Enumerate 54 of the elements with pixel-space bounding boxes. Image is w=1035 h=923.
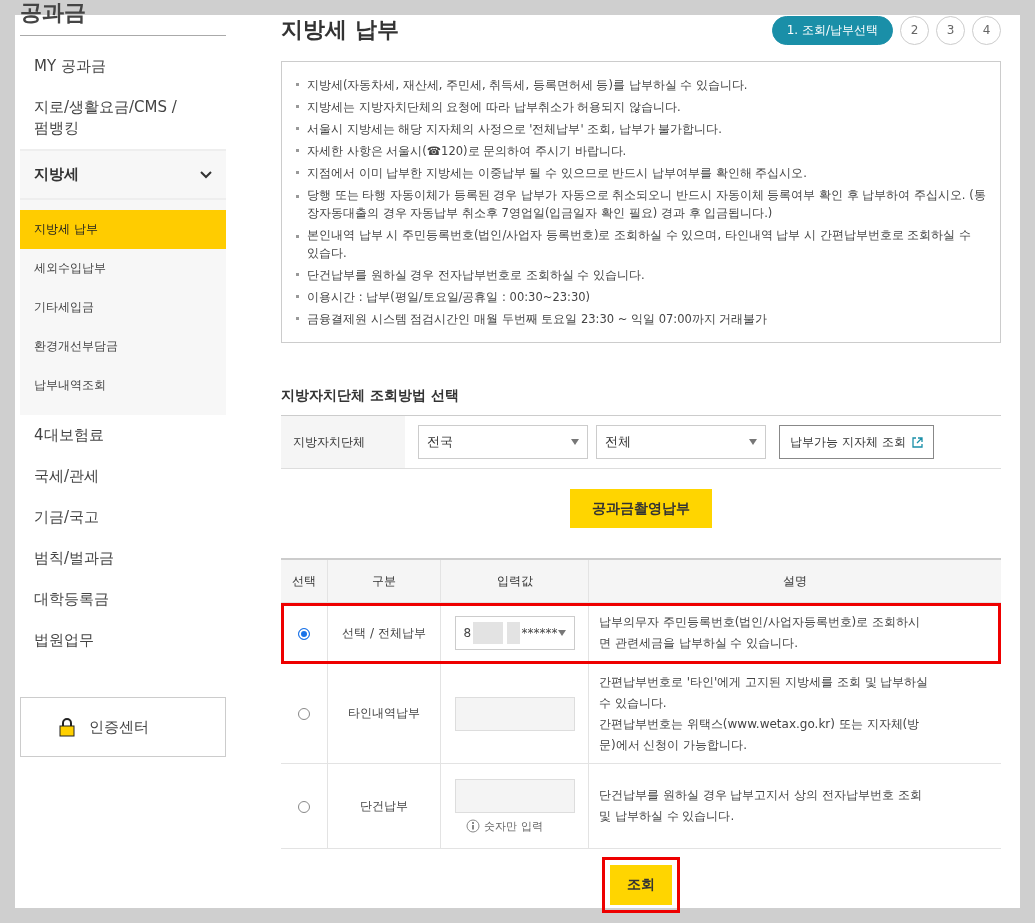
sidebar-item[interactable]: 4대보험료 — [20, 415, 226, 456]
sidebar-item[interactable]: 법원업무 — [20, 620, 226, 661]
sidebar-item[interactable]: 국세/관세 — [20, 456, 226, 497]
step-indicator: 1. 조회/납부선택 — [771, 15, 893, 45]
table-cell: 타인내역납부 — [327, 663, 441, 764]
column-header: 구분 — [327, 559, 441, 603]
sidebar-item[interactable]: MY 공과금 — [20, 46, 226, 87]
sidebar-item[interactable]: 기금/국고 — [20, 497, 226, 538]
column-header: 선택 — [281, 559, 328, 603]
step-indicator: 2 — [900, 15, 929, 45]
sidebar-subitem[interactable]: 납부내역조회 — [20, 366, 226, 405]
notice-text: 당행 또는 타행 자동이체가 등록된 경우 납부가 자동으로 취소되오니 반드시 자동이체 등록여부 확인 후 납부하여 주십시오. (통장자동대출의 경우 자동납부 취소후 7영업일(입금일자 확인 필요) 경과 후 입금됩니다.) — [307, 187, 986, 222]
sidebar-group[interactable]: 지방세 — [20, 151, 226, 200]
radio-button[interactable] — [298, 708, 310, 720]
lookup-button[interactable]: 납부가능 지자체 조회 — [779, 425, 934, 459]
step-indicator: 3 — [936, 15, 965, 45]
page-title: 지방세 납부 — [281, 16, 399, 44]
hint-text: 숫자만 입력 — [484, 818, 543, 834]
sidebar-subitem[interactable]: 세외수입납부 — [20, 249, 226, 288]
masked-select[interactable]: 8 ****** — [454, 616, 575, 650]
table-cell: 단건납부 — [327, 763, 441, 849]
chevron-icon — [200, 170, 212, 179]
notice-text: 자세한 사항은 서울시(☎120)로 문의하여 주시기 바랍니다. — [307, 143, 627, 160]
notice-text: 본인내역 납부 시 주민등록번호(법인/사업자 등록번호)로 조회하실 수 있으며, 타인내역 납부 시 간편납부번호로 조회하실 수 있습다. — [307, 227, 973, 262]
input-field[interactable] — [454, 696, 575, 731]
region-select[interactable]: 전국 — [418, 425, 588, 459]
sidebar-title: 공과금 — [20, 0, 226, 36]
sidebar-item[interactable]: 지로/생활요금/CMS /펌뱅킹 — [20, 87, 198, 149]
row-label: 지방자치단체 — [281, 416, 405, 468]
sidebar-item[interactable]: 범칙/벌과금 — [20, 538, 226, 579]
auth-center-button[interactable]: 인증센터 — [20, 697, 226, 757]
column-header: 설명 — [588, 559, 1001, 603]
notice-text: 서울시 지방세는 해당 지자체의 사정으로 '전체납부' 조회, 납부가 불가합니다. — [307, 121, 722, 138]
lock-icon — [59, 717, 75, 737]
sidebar-item[interactable]: 대학등록금 — [20, 579, 226, 620]
step-indicator: 4 — [972, 15, 1001, 45]
district-select[interactable]: 전체 — [596, 425, 766, 459]
notice-text: 지점에서 이미 납부한 지방세는 이중납부 될 수 있으므로 반드시 납부여부를 확인해 주십시오. — [307, 165, 807, 182]
notice-text: 지방세는 지방자치단체의 요청에 따라 납부취소가 허용되지 않습니다. — [307, 99, 681, 116]
photo-pay-button[interactable]: 공과금촬영납부 — [570, 489, 712, 528]
sidebar-subitem[interactable]: 환경개선부담금 — [20, 327, 226, 366]
notice-text: 이용시간 : 납부(평일/토요일/공휴일 : 00:30~23:30) — [307, 289, 590, 306]
notice-text: 금융결제원 시스템 점검시간인 매월 두번째 토요일 23:30 ~ 익일 07:00까지 거래불가 — [307, 311, 768, 328]
column-header: 입력값 — [440, 559, 589, 603]
external-link-icon — [911, 436, 923, 448]
notice-text: 단건납부를 원하실 경우 전자납부번호로 조회하실 수 있습니다. — [307, 267, 645, 284]
sidebar-subitem[interactable]: 기타세입금 — [20, 288, 226, 327]
info-icon — [466, 819, 481, 833]
input-field[interactable] — [454, 778, 575, 813]
radio-button[interactable] — [298, 627, 310, 640]
search-button[interactable]: 조회 — [610, 865, 672, 905]
radio-button[interactable] — [298, 800, 310, 813]
notice-text: 지방세(자동차세, 재산세, 주민세, 취득세, 등록면허세 등)를 납부하실 수 있습니다. — [307, 77, 748, 94]
sidebar-subitem[interactable]: 지방세 납부 — [20, 210, 226, 249]
